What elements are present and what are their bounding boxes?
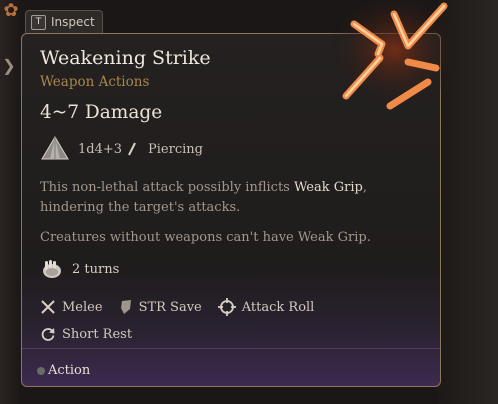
recharge-row: Short Rest [40,326,132,342]
ornament-icon: ✿ [3,0,19,21]
damage-dice-row: 1d4+3 Piercing [40,134,203,164]
piercing-icon [127,142,145,156]
crossed-swords-icon [41,300,55,314]
crosshair-icon [217,298,236,316]
inspect-tab[interactable]: T Inspect [25,10,103,33]
property-label: Melee [62,299,103,315]
recharge-icon [41,328,55,341]
damage-type: Piercing [148,141,203,157]
properties-row: Melee STR Save Attack Roll [40,298,330,316]
property-melee: Melee [40,299,103,315]
skill-icon [332,0,457,110]
action-cost-label: Action [48,363,91,378]
inspect-key-hint: T [31,14,46,30]
d4-die-icon [41,136,69,160]
footer-divider [22,348,440,349]
hand-grip-icon [43,260,61,278]
shield-icon [120,300,131,314]
duration-row: 2 turns [40,256,119,282]
property-attack-roll: Attack Roll [217,298,315,316]
spell-category: Weapon Actions [40,74,150,90]
property-str-save: STR Save [119,299,202,315]
action-cost: Action [37,363,90,378]
description-text: This non-lethal attack possibly inflicts [40,180,294,195]
action-dot-icon [37,366,45,375]
inspect-label: Inspect [51,15,95,29]
arrow-icon: ❯ [2,56,16,75]
duration-label: 2 turns [72,261,120,277]
property-label: Attack Roll [241,299,315,315]
property-label: STR Save [138,299,202,315]
spell-title: Weakening Strike [40,47,211,69]
damage-range: 4~7 Damage [40,102,163,123]
spell-note: Creatures without weapons can't have Wea… [40,230,371,245]
weak-grip-link[interactable]: Weak Grip [294,180,363,195]
recharge-label: Short Rest [62,326,133,342]
spell-description: This non-lethal attack possibly inflicts… [40,178,430,218]
damage-dice: 1d4+3 [78,141,123,157]
